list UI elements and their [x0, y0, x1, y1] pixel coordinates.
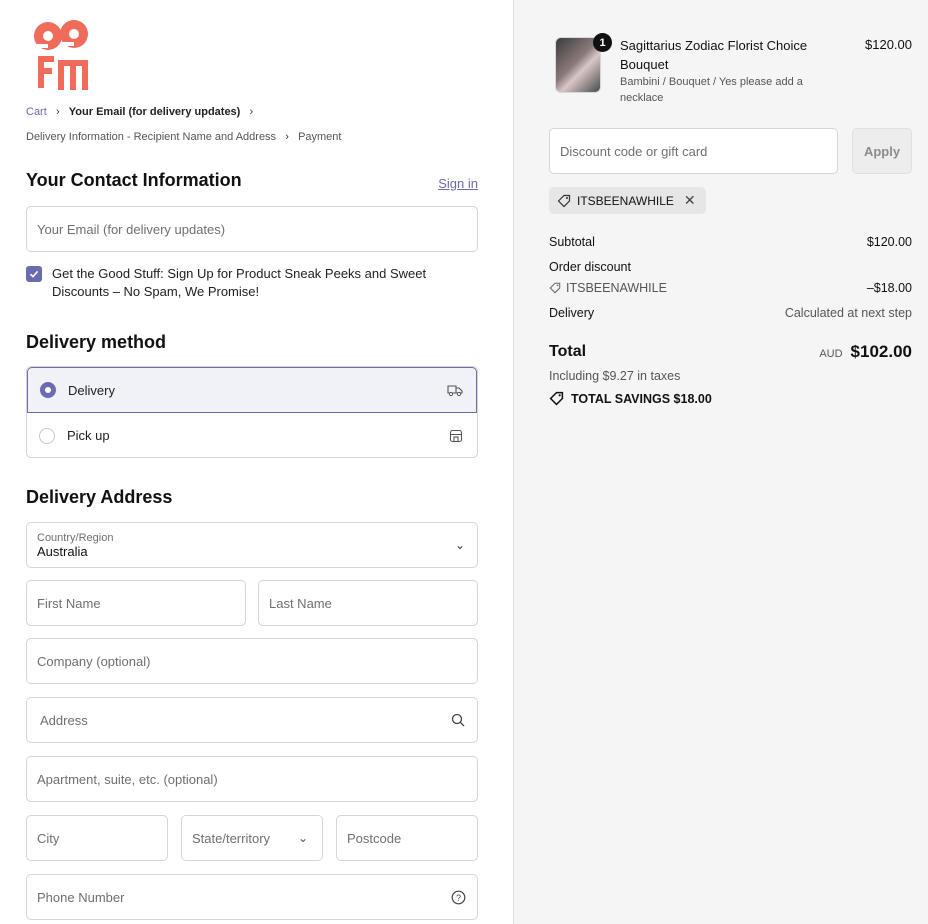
product-variant: Bambini / Bouquet / Yes please add a nec…	[620, 76, 803, 104]
email-placeholder: Your Email (for delivery updates)	[37, 221, 226, 237]
subtotal-label: Subtotal	[549, 235, 595, 249]
discount-code-input[interactable]: Discount code or gift card	[549, 128, 838, 174]
order-discount-label: Order discount	[549, 260, 631, 274]
tag-icon	[549, 391, 564, 406]
sign-in-link[interactable]: Sign in	[438, 176, 478, 191]
taxes-note: Including $9.27 in taxes	[549, 369, 681, 383]
checkout-form-panel: Cart › Your Email (for delivery updates)…	[0, 0, 513, 924]
country-value: Australia	[37, 543, 88, 559]
company-placeholder: Company (optional)	[37, 653, 151, 669]
first-name-placeholder: First Name	[37, 595, 101, 611]
company-field[interactable]: Company (optional)	[26, 638, 478, 684]
product-name: Sagittarius Zodiac Florist Choice Bouque…	[620, 38, 808, 72]
country-label: Country/Region	[37, 531, 114, 544]
brand-logo[interactable]	[30, 18, 94, 92]
city-placeholder: City	[37, 830, 60, 846]
email-field[interactable]: Your Email (for delivery updates)	[26, 206, 478, 252]
phone-placeholder: Phone Number	[37, 889, 125, 905]
last-name-placeholder: Last Name	[269, 595, 332, 611]
apply-button[interactable]: Apply	[852, 128, 912, 174]
delivery-radio[interactable]	[40, 382, 56, 398]
discount-code-text: ITSBEENAWHILE	[566, 281, 667, 295]
contact-heading: Your Contact Information	[26, 170, 242, 190]
pickup-option[interactable]: Pick up	[27, 413, 477, 457]
applied-code: ITSBEENAWHILE	[577, 193, 674, 208]
subtotal-row: Subtotal $120.00	[549, 235, 912, 249]
apartment-field[interactable]: Apartment, suite, etc. (optional)	[26, 756, 478, 802]
chevron-down-icon: ⌄	[454, 538, 465, 552]
chevron-right-icon: ›	[285, 131, 289, 143]
total-savings-text: TOTAL SAVINGS $18.00	[571, 391, 712, 406]
pickup-radio[interactable]	[39, 427, 55, 444]
apartment-placeholder: Apartment, suite, etc. (optional)	[37, 771, 218, 787]
truck-icon	[446, 381, 464, 399]
store-icon	[447, 427, 465, 445]
last-name-field[interactable]: Last Name	[258, 580, 478, 626]
order-discount-row: Order discount	[549, 260, 912, 274]
delivery-address-heading: Delivery Address	[26, 487, 173, 507]
breadcrumb: Cart › Your Email (for delivery updates)…	[26, 106, 256, 118]
breadcrumb-continued: Delivery Information - Recipient Name an…	[26, 131, 341, 143]
breadcrumb-email: Your Email (for delivery updates)	[68, 106, 241, 118]
postcode-placeholder: Postcode	[347, 830, 402, 846]
discount-code-row: ITSBEENAWHILE –$18.00	[549, 281, 912, 295]
tag-icon	[557, 194, 571, 207]
postcode-field[interactable]: Postcode	[336, 815, 478, 861]
subtotal-value: $120.00	[866, 235, 912, 249]
delivery-option[interactable]: Delivery	[27, 367, 477, 413]
help-icon[interactable]: ?	[449, 888, 467, 906]
product-price: $120.00	[865, 37, 912, 52]
delivery-method-heading: Delivery method	[26, 332, 167, 352]
discount-value: –$18.00	[866, 281, 912, 295]
search-icon[interactable]	[449, 711, 467, 729]
total-savings: TOTAL SAVINGS $18.00	[549, 391, 712, 406]
delivery-label: Delivery	[549, 306, 595, 320]
state-select[interactable]: State/territory ⌄	[181, 815, 323, 861]
chevron-right-icon: ›	[249, 106, 254, 118]
total-label: Total	[549, 343, 587, 360]
quantity-badge: 1	[593, 33, 612, 52]
phone-field[interactable]: Phone Number ?	[26, 874, 478, 920]
svg-text:?: ?	[455, 893, 460, 903]
total-value: $102.00	[850, 342, 912, 361]
delivery-method-group: Delivery Pick up	[26, 366, 478, 458]
discount-code: ITSBEENAWHILE	[549, 281, 667, 295]
delivery-option-label: Delivery	[68, 382, 115, 398]
remove-discount-icon[interactable]: ✕	[684, 192, 696, 209]
city-field[interactable]: City	[26, 815, 168, 861]
discount-placeholder: Discount code or gift card	[560, 143, 708, 159]
breadcrumb-payment: Payment	[298, 131, 342, 143]
tag-icon	[549, 282, 561, 294]
newsletter-label: Get the Good Stuff: Sign Up for Product …	[52, 266, 427, 299]
newsletter-checkbox[interactable]	[26, 266, 42, 282]
state-placeholder: State/territory	[192, 830, 271, 846]
breadcrumb-cart[interactable]: Cart	[26, 106, 47, 118]
chevron-right-icon: ›	[55, 106, 60, 118]
breadcrumb-delivery-info: Delivery Information - Recipient Name an…	[26, 131, 277, 143]
total-amount: AUD $102.00	[819, 342, 912, 362]
order-summary-panel: 1 Sagittarius Zodiac Florist Choice Bouq…	[513, 0, 928, 924]
delivery-value: Calculated at next step	[784, 306, 912, 320]
currency-code: AUD	[819, 348, 843, 360]
delivery-row: Delivery Calculated at next step	[549, 306, 912, 320]
applied-discount-tag: ITSBEENAWHILE ✕	[549, 187, 706, 214]
chevron-down-icon: ⌄	[297, 831, 309, 845]
country-select[interactable]: Country/Region Australia ⌄	[26, 522, 478, 568]
address-field[interactable]: Address	[26, 697, 478, 743]
address-placeholder: Address	[40, 712, 88, 728]
pickup-option-label: Pick up	[67, 428, 110, 443]
checkmark-icon	[29, 270, 39, 278]
first-name-field[interactable]: First Name	[26, 580, 246, 626]
